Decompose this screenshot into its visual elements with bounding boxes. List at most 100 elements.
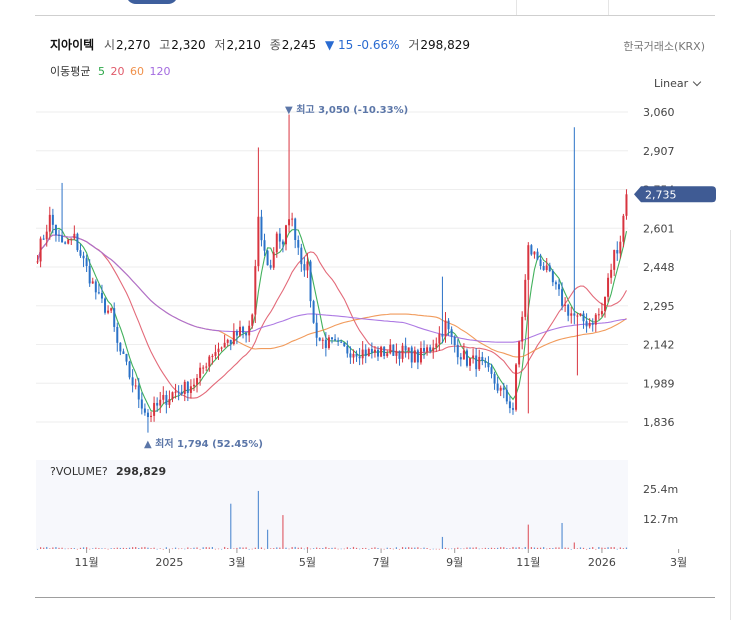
candle-body xyxy=(389,344,392,354)
candle-body xyxy=(548,265,551,272)
volume-bar xyxy=(153,547,155,549)
volume-bar xyxy=(61,547,63,549)
candle-body xyxy=(505,389,508,402)
price-grid xyxy=(36,111,628,423)
volume-bar xyxy=(352,546,355,549)
volume-bar xyxy=(414,547,416,549)
candle-body xyxy=(125,353,128,362)
candle-body xyxy=(217,348,220,353)
volume-bar xyxy=(36,548,39,550)
volume-bar xyxy=(89,548,91,550)
volume-bar xyxy=(230,503,232,549)
candle-body xyxy=(91,281,94,284)
candle-body xyxy=(570,313,573,316)
volume-bar xyxy=(564,547,566,549)
volume-bar xyxy=(64,548,66,550)
volume-bar xyxy=(55,547,57,549)
candle-body xyxy=(45,231,48,240)
candle-body xyxy=(610,269,613,278)
candle-body xyxy=(281,241,284,245)
volume-bar xyxy=(607,547,609,549)
candle-body xyxy=(619,241,622,254)
candle-body xyxy=(248,325,251,336)
candle-body xyxy=(413,350,416,363)
volume-bar xyxy=(104,548,106,549)
volume-bar xyxy=(337,548,339,550)
candle-body xyxy=(238,326,241,336)
candle-body xyxy=(383,346,386,356)
candle-body xyxy=(524,279,527,317)
volume-bar xyxy=(300,547,302,549)
volume-bar xyxy=(420,548,422,550)
candle-body xyxy=(321,339,324,341)
volume-bar xyxy=(524,546,526,549)
volume-bar xyxy=(613,547,615,549)
volume-bar xyxy=(546,548,548,550)
candle-body xyxy=(291,218,294,220)
volume-bar xyxy=(579,547,582,549)
price-axis-tick: 1,989 xyxy=(643,377,675,390)
candle-body xyxy=(545,265,548,270)
volume-bar xyxy=(533,547,536,549)
volume-bar xyxy=(543,547,545,549)
volume-bar xyxy=(349,548,352,549)
volume-bar xyxy=(595,548,597,550)
candle-body xyxy=(475,355,478,370)
candle-body xyxy=(579,313,582,316)
candle-body xyxy=(533,251,536,255)
volume-bar xyxy=(303,548,305,550)
last-price-marker: 2,735 xyxy=(634,186,716,203)
volume-bar xyxy=(558,547,560,549)
candle-body xyxy=(79,250,82,256)
volume-bar xyxy=(426,548,428,549)
volume-bar xyxy=(451,548,453,550)
candle-body xyxy=(591,323,594,325)
volume-bar xyxy=(371,547,373,549)
candle-body xyxy=(257,216,260,267)
candle-body xyxy=(58,234,61,236)
candle-body xyxy=(508,401,511,409)
candle-body xyxy=(373,349,376,353)
candle-body xyxy=(346,346,349,354)
candle-body xyxy=(318,337,321,341)
volume-bar xyxy=(162,548,164,550)
candle-body xyxy=(450,329,453,337)
volume-bar xyxy=(346,547,348,549)
candle-body xyxy=(337,340,340,342)
volume-bar xyxy=(518,547,520,549)
volume-bar xyxy=(463,548,465,550)
candle-body xyxy=(343,342,346,347)
volume-bar xyxy=(119,547,121,549)
volume-bar xyxy=(460,548,462,550)
volume-bar xyxy=(539,547,542,549)
volume-bar xyxy=(199,548,201,550)
volume-bar xyxy=(374,547,376,549)
candle-body xyxy=(278,233,281,242)
candle-body xyxy=(288,219,291,226)
volume-bar xyxy=(184,548,186,550)
candle-body xyxy=(70,238,73,240)
candle-body xyxy=(539,259,542,267)
volume-bar xyxy=(405,547,407,549)
time-axis-tick: 9월 xyxy=(446,556,463,569)
candle-body xyxy=(300,247,303,265)
volume-bar xyxy=(245,547,247,549)
last-price-label: 2,735 xyxy=(645,188,677,201)
volume-bar xyxy=(282,515,284,549)
stock-chart[interactable]: 3,0602,9072,7542,6012,4482,2952,1421,989… xyxy=(0,0,737,620)
candle-body xyxy=(355,353,358,357)
candle-body xyxy=(226,339,229,343)
candle-body xyxy=(119,342,122,352)
footer-divider xyxy=(35,597,715,598)
volume-bar xyxy=(334,547,336,549)
volume-bar xyxy=(573,542,575,549)
volume-title: ?VOLUME? xyxy=(50,465,108,478)
candle-body xyxy=(536,251,539,260)
volume-bar xyxy=(227,548,229,549)
candle-body xyxy=(573,313,576,316)
volume-bar xyxy=(309,548,312,550)
volume-bar xyxy=(536,547,539,549)
annotations: ▼ 최고 3,050 (-10.33%) ▲ 최저 1,794 (52.45%) xyxy=(144,103,408,450)
volume-bar xyxy=(214,548,217,550)
time-axis-tick: 11월 xyxy=(75,556,99,569)
